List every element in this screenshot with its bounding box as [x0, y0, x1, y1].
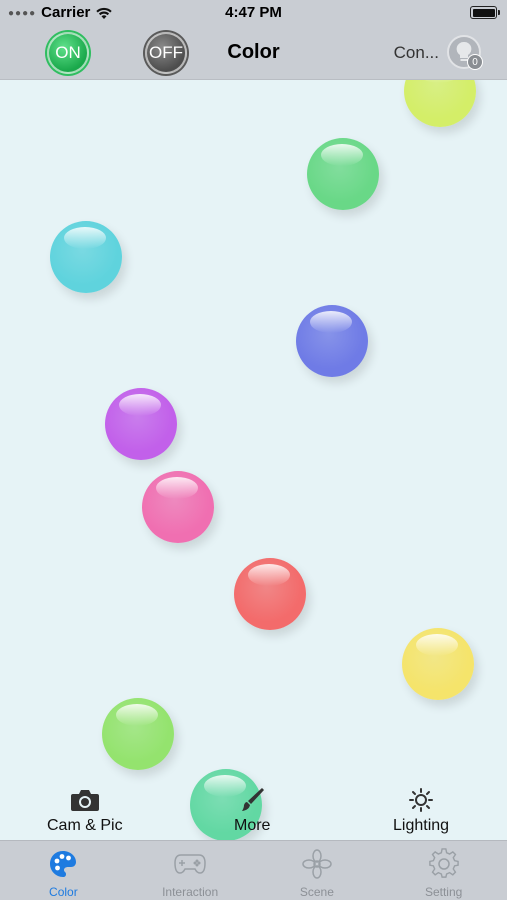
status-bar: ●●●● Carrier 4:47 PM: [0, 0, 507, 26]
flower-icon: [301, 847, 333, 881]
palette-icon: [48, 847, 78, 881]
lighting-label: Lighting: [393, 817, 450, 834]
color-ball-blue[interactable]: [296, 305, 368, 377]
color-ball-yellow[interactable]: [402, 628, 474, 700]
nav-bar: ON OFF Color Con... 0: [0, 26, 507, 80]
color-ball-light-green[interactable]: [102, 698, 174, 770]
more-label: More: [234, 817, 271, 834]
lighting-button[interactable]: Lighting: [393, 786, 449, 835]
device-count-badge: 0: [467, 54, 483, 70]
sun-icon: [408, 786, 434, 814]
color-ball-purple[interactable]: [105, 388, 177, 460]
tab-bar: Color Interaction Scene Setting: [0, 840, 507, 900]
tab-color[interactable]: Color: [0, 841, 127, 900]
gear-icon: [428, 847, 460, 881]
tab-setting-label: Setting: [424, 885, 463, 899]
color-ball-red[interactable]: [234, 558, 306, 630]
battery-icon: [470, 6, 500, 19]
tab-setting[interactable]: Setting: [380, 841, 507, 900]
tab-scene-label: Scene: [299, 885, 334, 899]
tab-color-label: Color: [49, 885, 78, 899]
cam-pic-button[interactable]: Cam & Pic: [47, 786, 123, 835]
cam-pic-label: Cam & Pic: [47, 817, 123, 834]
tab-interaction-label: Interaction: [162, 885, 219, 899]
status-time: 4:47 PM: [225, 4, 282, 21]
connect-button[interactable]: Con...: [394, 43, 439, 63]
brush-icon: [238, 786, 266, 814]
tab-interaction[interactable]: Interaction: [127, 841, 254, 900]
color-ball-yellow-green[interactable]: [404, 80, 476, 127]
color-canvas[interactable]: [0, 80, 507, 840]
more-button[interactable]: More: [234, 786, 270, 835]
gamepad-icon: [173, 847, 207, 881]
color-ball-cyan[interactable]: [50, 221, 122, 293]
bulb-icon[interactable]: 0: [447, 35, 483, 70]
color-ball-pink[interactable]: [142, 471, 214, 543]
color-ball-green[interactable]: [307, 138, 379, 210]
camera-icon: [70, 786, 100, 814]
tab-scene[interactable]: Scene: [254, 841, 381, 900]
